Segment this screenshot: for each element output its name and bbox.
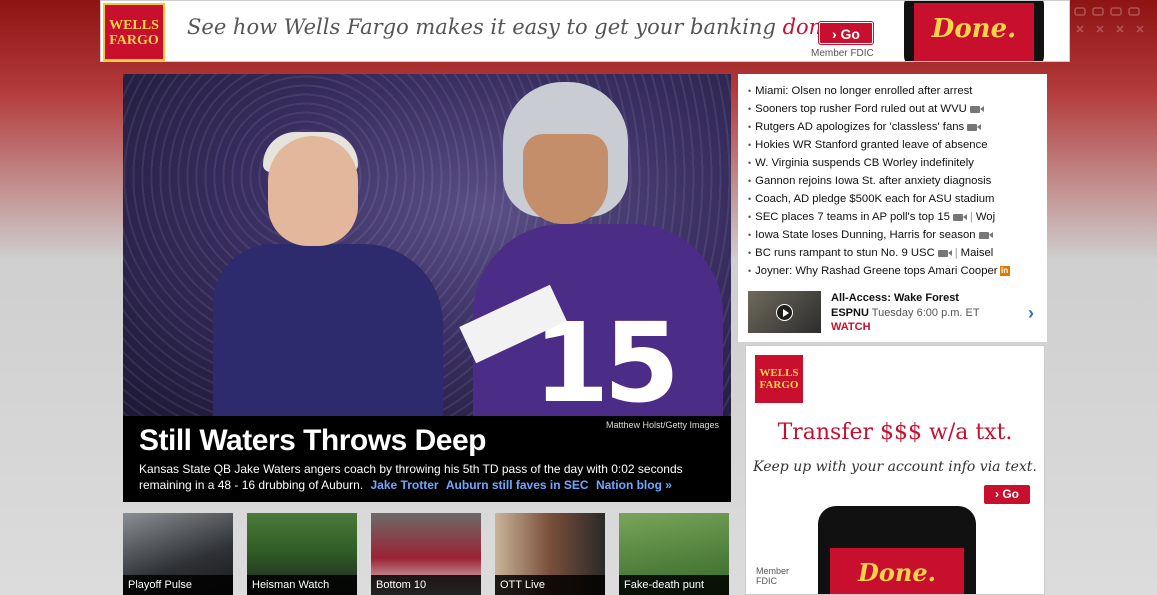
- banner-text-main: See how Wells Fargo makes it easy to get…: [187, 15, 783, 39]
- wells-fargo-logo: WELLS FARGO: [103, 3, 165, 61]
- fdic-line: Member: [756, 566, 790, 576]
- member-fdic: Member FDIC: [756, 566, 789, 586]
- thumbnail-label: Fake-death punt: [619, 575, 729, 595]
- separator: |: [954, 247, 958, 259]
- hero-title[interactable]: Still Waters Throws Deep: [139, 424, 486, 458]
- coach-figure: [213, 244, 443, 416]
- headlines-panel: Miami: Olsen no longer enrolled after ar…: [738, 74, 1047, 342]
- headline-item[interactable]: Rutgers AD apologizes for 'classless' fa…: [748, 118, 1010, 136]
- all-access-thumbnail[interactable]: [748, 291, 821, 333]
- side-banner-ad[interactable]: WELLS FARGO Transfer $$$ w/a txt. Keep u…: [745, 345, 1045, 595]
- video-icon[interactable]: [937, 249, 952, 258]
- logo-line: FARGO: [109, 33, 159, 48]
- headline-item[interactable]: Joyner: Why Rashad Greene tops Amari Coo…: [748, 262, 1010, 280]
- thumbnail-strip: Playoff Pulse Heisman Watch Bottom 10 OT…: [123, 513, 743, 595]
- insider-icon: in: [999, 266, 1010, 277]
- headline-text[interactable]: Coach, AD pledge $500K each for ASU stad…: [755, 193, 994, 205]
- video-icon[interactable]: [969, 105, 984, 114]
- separator: |: [969, 211, 973, 223]
- headline-item[interactable]: Hokies WR Stanford granted leave of abse…: [748, 136, 1010, 154]
- go-label: Go: [1002, 487, 1019, 501]
- thumbnail-label: Heisman Watch: [247, 575, 357, 595]
- headline-text[interactable]: Hokies WR Stanford granted leave of abse…: [755, 139, 987, 151]
- thumbnail-bottom-10[interactable]: Bottom 10: [371, 513, 481, 595]
- hero-photo[interactable]: 15: [123, 74, 731, 416]
- headline-extra-link[interactable]: Maisel: [961, 247, 994, 259]
- thumbnail-label: OTT Live: [495, 575, 605, 595]
- top-banner-ad[interactable]: WELLS FARGO See how Wells Fargo makes it…: [100, 0, 1070, 62]
- thumbnail-ott-live[interactable]: OTT Live: [495, 513, 605, 595]
- headline-item[interactable]: SEC places 7 teams in AP poll's top 15 |W…: [748, 208, 1010, 226]
- go-label: Go: [840, 26, 860, 42]
- wells-fargo-logo: WELLS FARGO: [755, 355, 803, 403]
- video-icon[interactable]: [952, 213, 967, 222]
- phone-illustration: Done.: [904, 1, 1044, 61]
- thumbnail-label: Bottom 10: [371, 575, 481, 595]
- video-icon[interactable]: [967, 123, 981, 132]
- headline-item[interactable]: Sooners top rusher Ford ruled out at WVU: [748, 100, 1010, 118]
- thumbnail-label: Playoff Pulse: [123, 575, 233, 595]
- phone-screen-text: Done.: [830, 548, 964, 594]
- headline-text[interactable]: Rutgers AD apologizes for 'classless' fa…: [755, 121, 964, 133]
- headline-text[interactable]: SEC places 7 teams in AP poll's top 15: [755, 211, 950, 223]
- headline-item[interactable]: W. Virginia suspends CB Worley indefinit…: [748, 154, 1010, 172]
- chevron-right-icon[interactable]: ›: [1028, 303, 1034, 324]
- timezone: ET: [965, 307, 980, 319]
- chevron-right-icon: ›: [831, 26, 837, 42]
- headline-text[interactable]: Sooners top rusher Ford ruled out at WVU: [755, 103, 967, 115]
- player-face: [523, 134, 608, 224]
- ad-go-button[interactable]: › Go: [984, 485, 1030, 504]
- video-icon[interactable]: [978, 231, 993, 240]
- hero-link-nation-blog[interactable]: Nation blog »: [596, 478, 672, 492]
- all-access-title[interactable]: All-Access: Wake Forest: [831, 292, 959, 304]
- fdic-line: FDIC: [756, 576, 777, 586]
- headline-text[interactable]: Iowa State loses Dunning, Harris for sea…: [755, 229, 975, 241]
- headline-text[interactable]: Miami: Olsen no longer enrolled after ar…: [755, 85, 972, 97]
- headline-text[interactable]: Joyner: Why Rashad Greene tops Amari Coo…: [755, 265, 997, 277]
- logo-line: WELLS: [759, 367, 799, 379]
- ad-title: Transfer $$$ w/a txt.: [777, 420, 1013, 445]
- headline-item[interactable]: Iowa State loses Dunning, Harris for sea…: [748, 226, 1010, 244]
- headline-extra-link[interactable]: Woj: [976, 211, 995, 223]
- phone-illustration: Done.: [818, 506, 976, 594]
- thumbnail-fake-death-punt[interactable]: Fake-death punt: [619, 513, 729, 595]
- banner-go-button[interactable]: › Go: [819, 22, 873, 44]
- headline-text[interactable]: W. Virginia suspends CB Worley indefinit…: [755, 157, 974, 169]
- headline-list: Miami: Olsen no longer enrolled after ar…: [748, 82, 1010, 280]
- ad-subtitle: Keep up with your account info via text.: [753, 459, 1037, 475]
- banner-headline: See how Wells Fargo makes it easy to get…: [187, 15, 841, 39]
- hero-link-auburn[interactable]: Auburn still faves in SEC: [446, 478, 589, 492]
- logo-line: WELLS: [109, 18, 159, 33]
- play-icon[interactable]: [776, 304, 793, 321]
- all-access-schedule: ESPNU Tuesday 6:00 p.m. ET WATCH: [831, 306, 991, 334]
- thumbnail-heisman-watch[interactable]: Heisman Watch: [247, 513, 357, 595]
- airtime: Tuesday 6:00 p.m.: [871, 307, 963, 319]
- chevron-right-icon: ›: [994, 487, 999, 501]
- coach-head: [268, 136, 358, 246]
- hero-description: Kansas State QB Jake Waters angers coach…: [139, 461, 719, 493]
- watch-link[interactable]: WATCH: [831, 321, 871, 333]
- hero-link-jake-trotter[interactable]: Jake Trotter: [371, 478, 439, 492]
- photo-credit: Matthew Holst/Getty Images: [605, 420, 719, 430]
- headline-item[interactable]: BC runs rampant to stun No. 9 USC |Maisel: [748, 244, 1010, 262]
- network-label: ESPNU: [831, 307, 869, 319]
- headline-text[interactable]: Gannon rejoins Iowa St. after anxiety di…: [755, 175, 991, 187]
- headline-item[interactable]: Coach, AD pledge $500K each for ASU stad…: [748, 190, 1010, 208]
- logo-line: FARGO: [759, 379, 799, 391]
- member-fdic: Member FDIC: [811, 48, 874, 59]
- headline-text[interactable]: BC runs rampant to stun No. 9 USC: [755, 247, 935, 259]
- thumbnail-playoff-pulse[interactable]: Playoff Pulse: [123, 513, 233, 595]
- all-access-promo[interactable]: All-Access: Wake Forest ESPNU Tuesday 6:…: [748, 291, 1040, 335]
- headline-item[interactable]: Miami: Olsen no longer enrolled after ar…: [748, 82, 1010, 100]
- background-pattern: [1074, 7, 1144, 33]
- headline-item[interactable]: Gannon rejoins Iowa St. after anxiety di…: [748, 172, 1010, 190]
- hero-story[interactable]: 15 Matthew Holst/Getty Images Still Wate…: [123, 74, 731, 502]
- phone-screen-text: Done.: [914, 3, 1034, 61]
